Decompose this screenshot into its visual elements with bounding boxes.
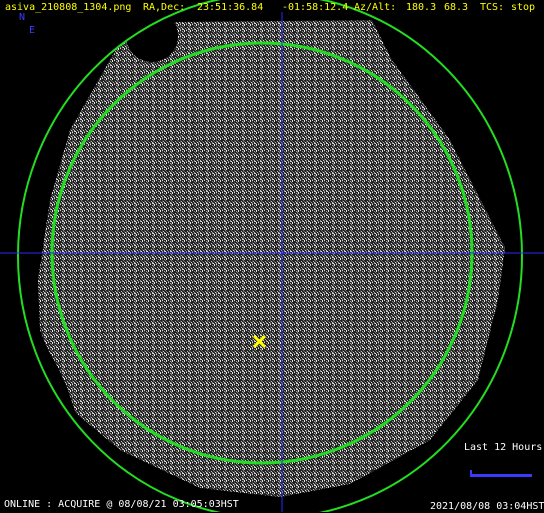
legend-label: Last 12 Hours xyxy=(464,442,543,453)
track-legend: Last 12 Hours xyxy=(462,440,544,484)
all-sky-camera-view: asiva_210808_1304.png RA,Dec: 23:51:36.8… xyxy=(0,0,544,512)
sky-field xyxy=(38,20,505,497)
compass-north-label: N xyxy=(19,12,26,23)
sky-image xyxy=(0,0,544,512)
azalt-label: Az/Alt: xyxy=(354,2,397,13)
legend-track-line xyxy=(470,474,532,477)
header-bar: asiva_210808_1304.png RA,Dec: 23:51:36.8… xyxy=(0,0,544,14)
dec-value: -01:58:12.4 xyxy=(282,2,349,13)
tcs-state: stop xyxy=(511,2,536,13)
timestamp: 2021/08/08 03:04HST xyxy=(430,501,544,512)
status-line: ONLINE : ACQUIRE @ 08/08/21 03:05:03HST xyxy=(4,499,239,510)
alt-value: 68.3 xyxy=(444,2,469,13)
tcs-label: TCS: xyxy=(480,2,505,13)
compass-east-label: E xyxy=(29,25,36,36)
radec-label: RA,Dec: xyxy=(143,2,186,13)
az-value: 180.3 xyxy=(406,2,437,13)
ra-value: 23:51:36.84 xyxy=(197,2,264,13)
